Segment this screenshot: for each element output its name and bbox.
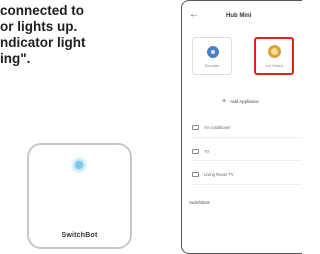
scene-tile[interactable]: Sceadle <box>192 37 232 75</box>
tile-label: Lot Settra <box>265 63 283 68</box>
appliance-label: Living Room TV <box>204 171 234 177</box>
hub-mini-icon <box>207 46 219 58</box>
app-header: ← Hub Mini <box>182 1 302 31</box>
appliance-row-air-conditioner[interactable]: Air conditioner <box>192 123 231 131</box>
add-appliance-label: Add Appliance <box>230 98 259 104</box>
switchbot-logo: SwitchBot <box>61 232 98 239</box>
add-appliance-button[interactable]: + Add Appliance <box>222 96 259 106</box>
appliance-row-living-room-tv[interactable]: Living Room TV <box>192 170 234 178</box>
divider <box>192 184 302 185</box>
instruction-line: or lights up. <box>0 19 78 34</box>
divider <box>192 137 302 138</box>
appliance-label: TV <box>204 148 210 154</box>
status-indicator-led <box>75 161 83 169</box>
appliance-label: Air conditioner <box>204 124 231 130</box>
instruction-line: ing". <box>0 51 31 66</box>
tile-label: Sceadle <box>204 63 220 68</box>
device-icon <box>192 171 199 177</box>
instruction-text: connected to or lights up. ndicator ligh… <box>0 3 160 67</box>
device-icon <box>192 148 199 154</box>
light-settings-tile[interactable]: Lot Settra <box>254 37 294 75</box>
back-arrow-icon[interactable]: ← <box>189 10 199 20</box>
bulb-icon <box>268 45 281 58</box>
phone-screen: ← Hub Mini Sceadle Lot Settra + Add Appl… <box>181 0 302 254</box>
plus-icon: + <box>222 97 227 105</box>
section-heading: SwitchBots <box>189 200 210 205</box>
appliance-row-tv[interactable]: TV <box>192 147 209 155</box>
instruction-line: connected to <box>0 3 85 18</box>
divider <box>192 160 302 161</box>
device-icon <box>192 124 199 130</box>
hub-mini-device-illustration: SwitchBot <box>27 143 132 249</box>
page-title: Hub Mini <box>226 13 252 19</box>
instruction-line: ndicator light <box>0 35 86 50</box>
